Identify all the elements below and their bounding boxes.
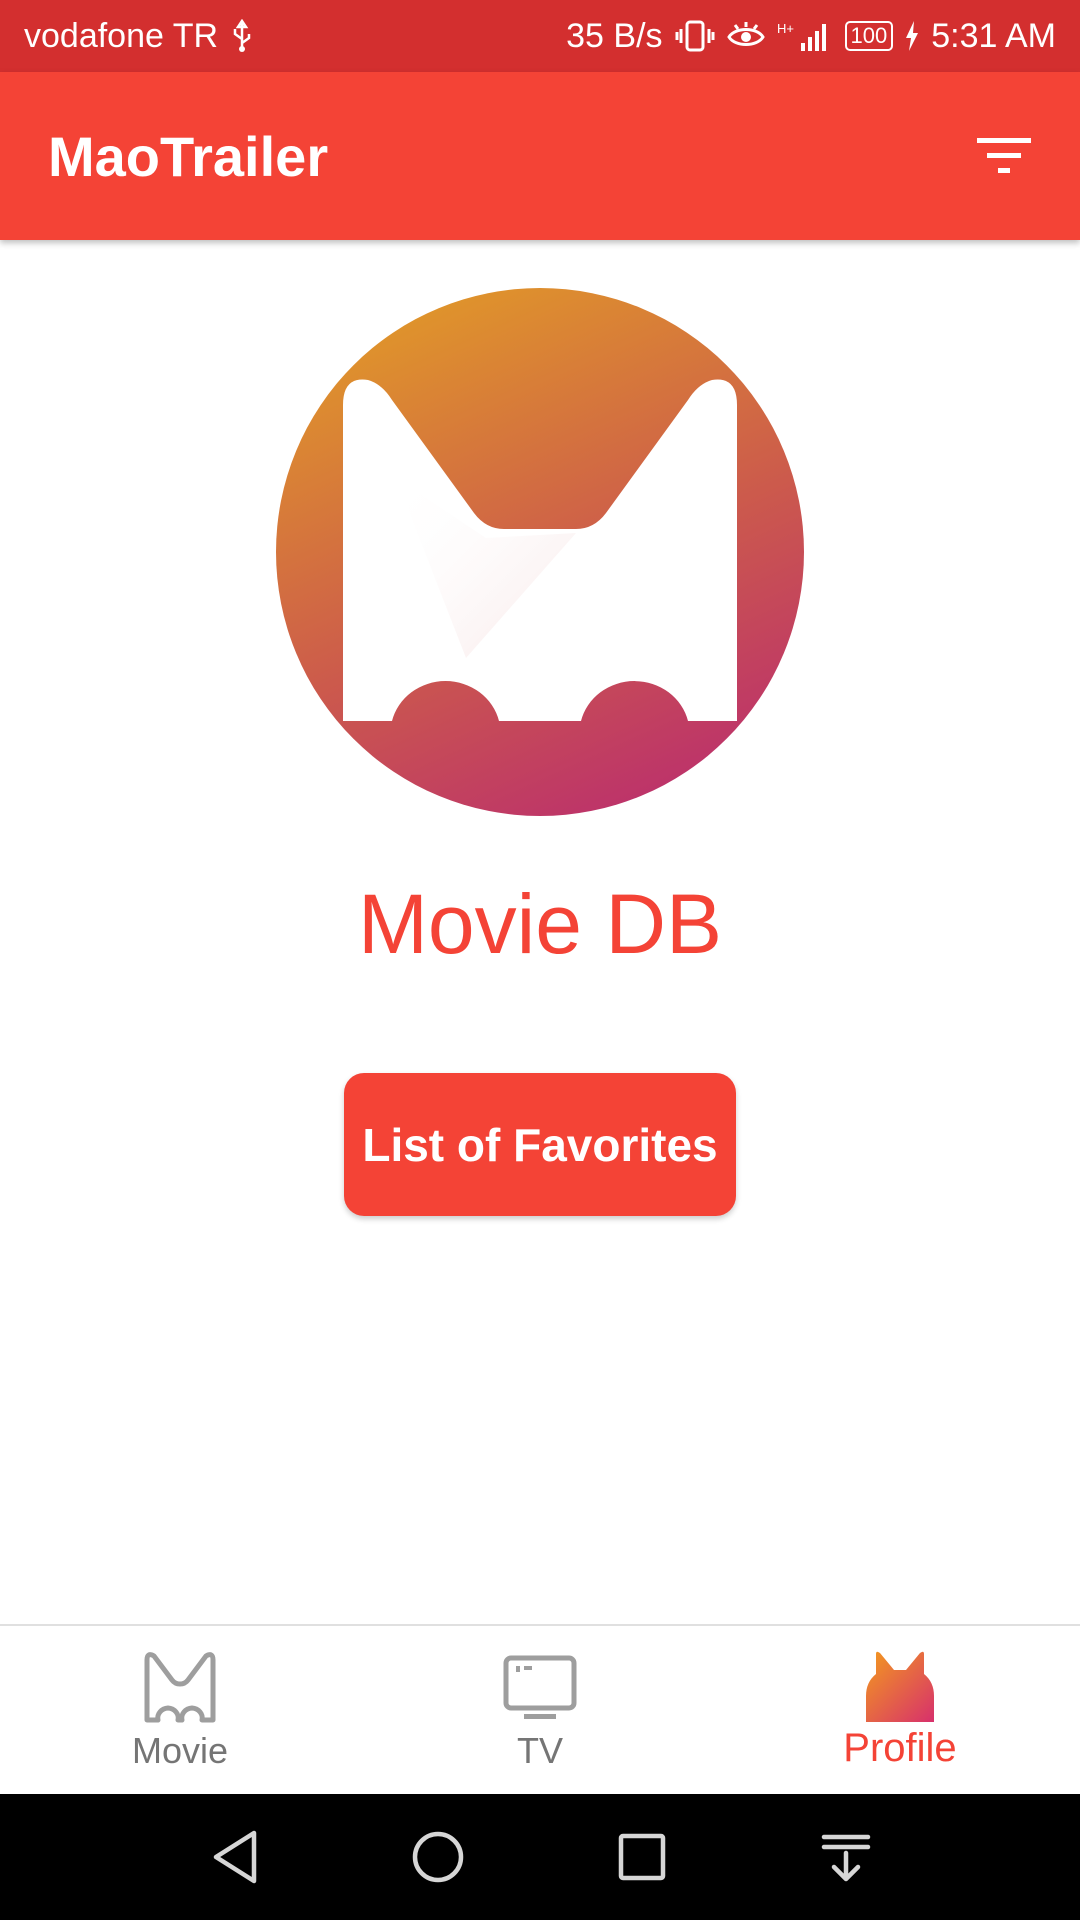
nav-item-profile[interactable]: Profile — [720, 1626, 1080, 1794]
home-button[interactable] — [408, 1827, 468, 1887]
signal-icon: H+ — [777, 19, 833, 53]
nav-item-tv[interactable]: TV — [360, 1626, 720, 1794]
carrier-label: vodafone TR — [24, 16, 219, 55]
battery-level: 100 — [850, 23, 888, 48]
profile-name: Movie DB — [357, 877, 723, 971]
filter-icon — [977, 138, 1031, 173]
net-speed: 35 B/s — [566, 16, 663, 55]
battery-icon: 100 — [844, 21, 894, 51]
system-navigation-bar — [0, 1794, 1080, 1920]
vibrate-icon — [675, 19, 715, 53]
clock: 5:31 AM — [931, 16, 1056, 55]
nav-label-profile: Profile — [843, 1726, 957, 1770]
filter-button[interactable] — [972, 124, 1036, 188]
maotrailer-logo-icon — [276, 288, 804, 816]
movie-icon — [144, 1652, 216, 1723]
home-icon — [412, 1831, 464, 1883]
profile-cat-icon — [866, 1651, 934, 1722]
charging-icon — [905, 21, 919, 51]
back-icon — [213, 1830, 257, 1884]
nav-item-movie[interactable]: Movie — [0, 1626, 360, 1794]
network-type-label: H+ — [777, 21, 794, 36]
notification-pull-icon — [821, 1834, 871, 1882]
list-of-favorites-button[interactable]: List of Favorites — [344, 1073, 736, 1216]
app-bar: MaoTrailer — [0, 72, 1080, 240]
usb-icon — [230, 19, 254, 53]
profile-logo — [276, 288, 804, 816]
back-button[interactable] — [206, 1827, 266, 1887]
status-bar: vodafone TR 35 B/s H+ 100 5:31 AM — [0, 0, 1080, 72]
recents-button[interactable] — [612, 1827, 672, 1887]
bottom-navigation: Movie TV Profile — [0, 1624, 1080, 1794]
nav-label-movie: Movie — [131, 1730, 229, 1771]
eye-comfort-icon — [726, 19, 765, 53]
app-title: MaoTrailer — [48, 124, 329, 188]
nav-label-tv: TV — [516, 1730, 563, 1771]
tv-icon — [503, 1655, 577, 1719]
notification-pull-button[interactable] — [816, 1827, 876, 1887]
recents-icon — [618, 1833, 666, 1881]
